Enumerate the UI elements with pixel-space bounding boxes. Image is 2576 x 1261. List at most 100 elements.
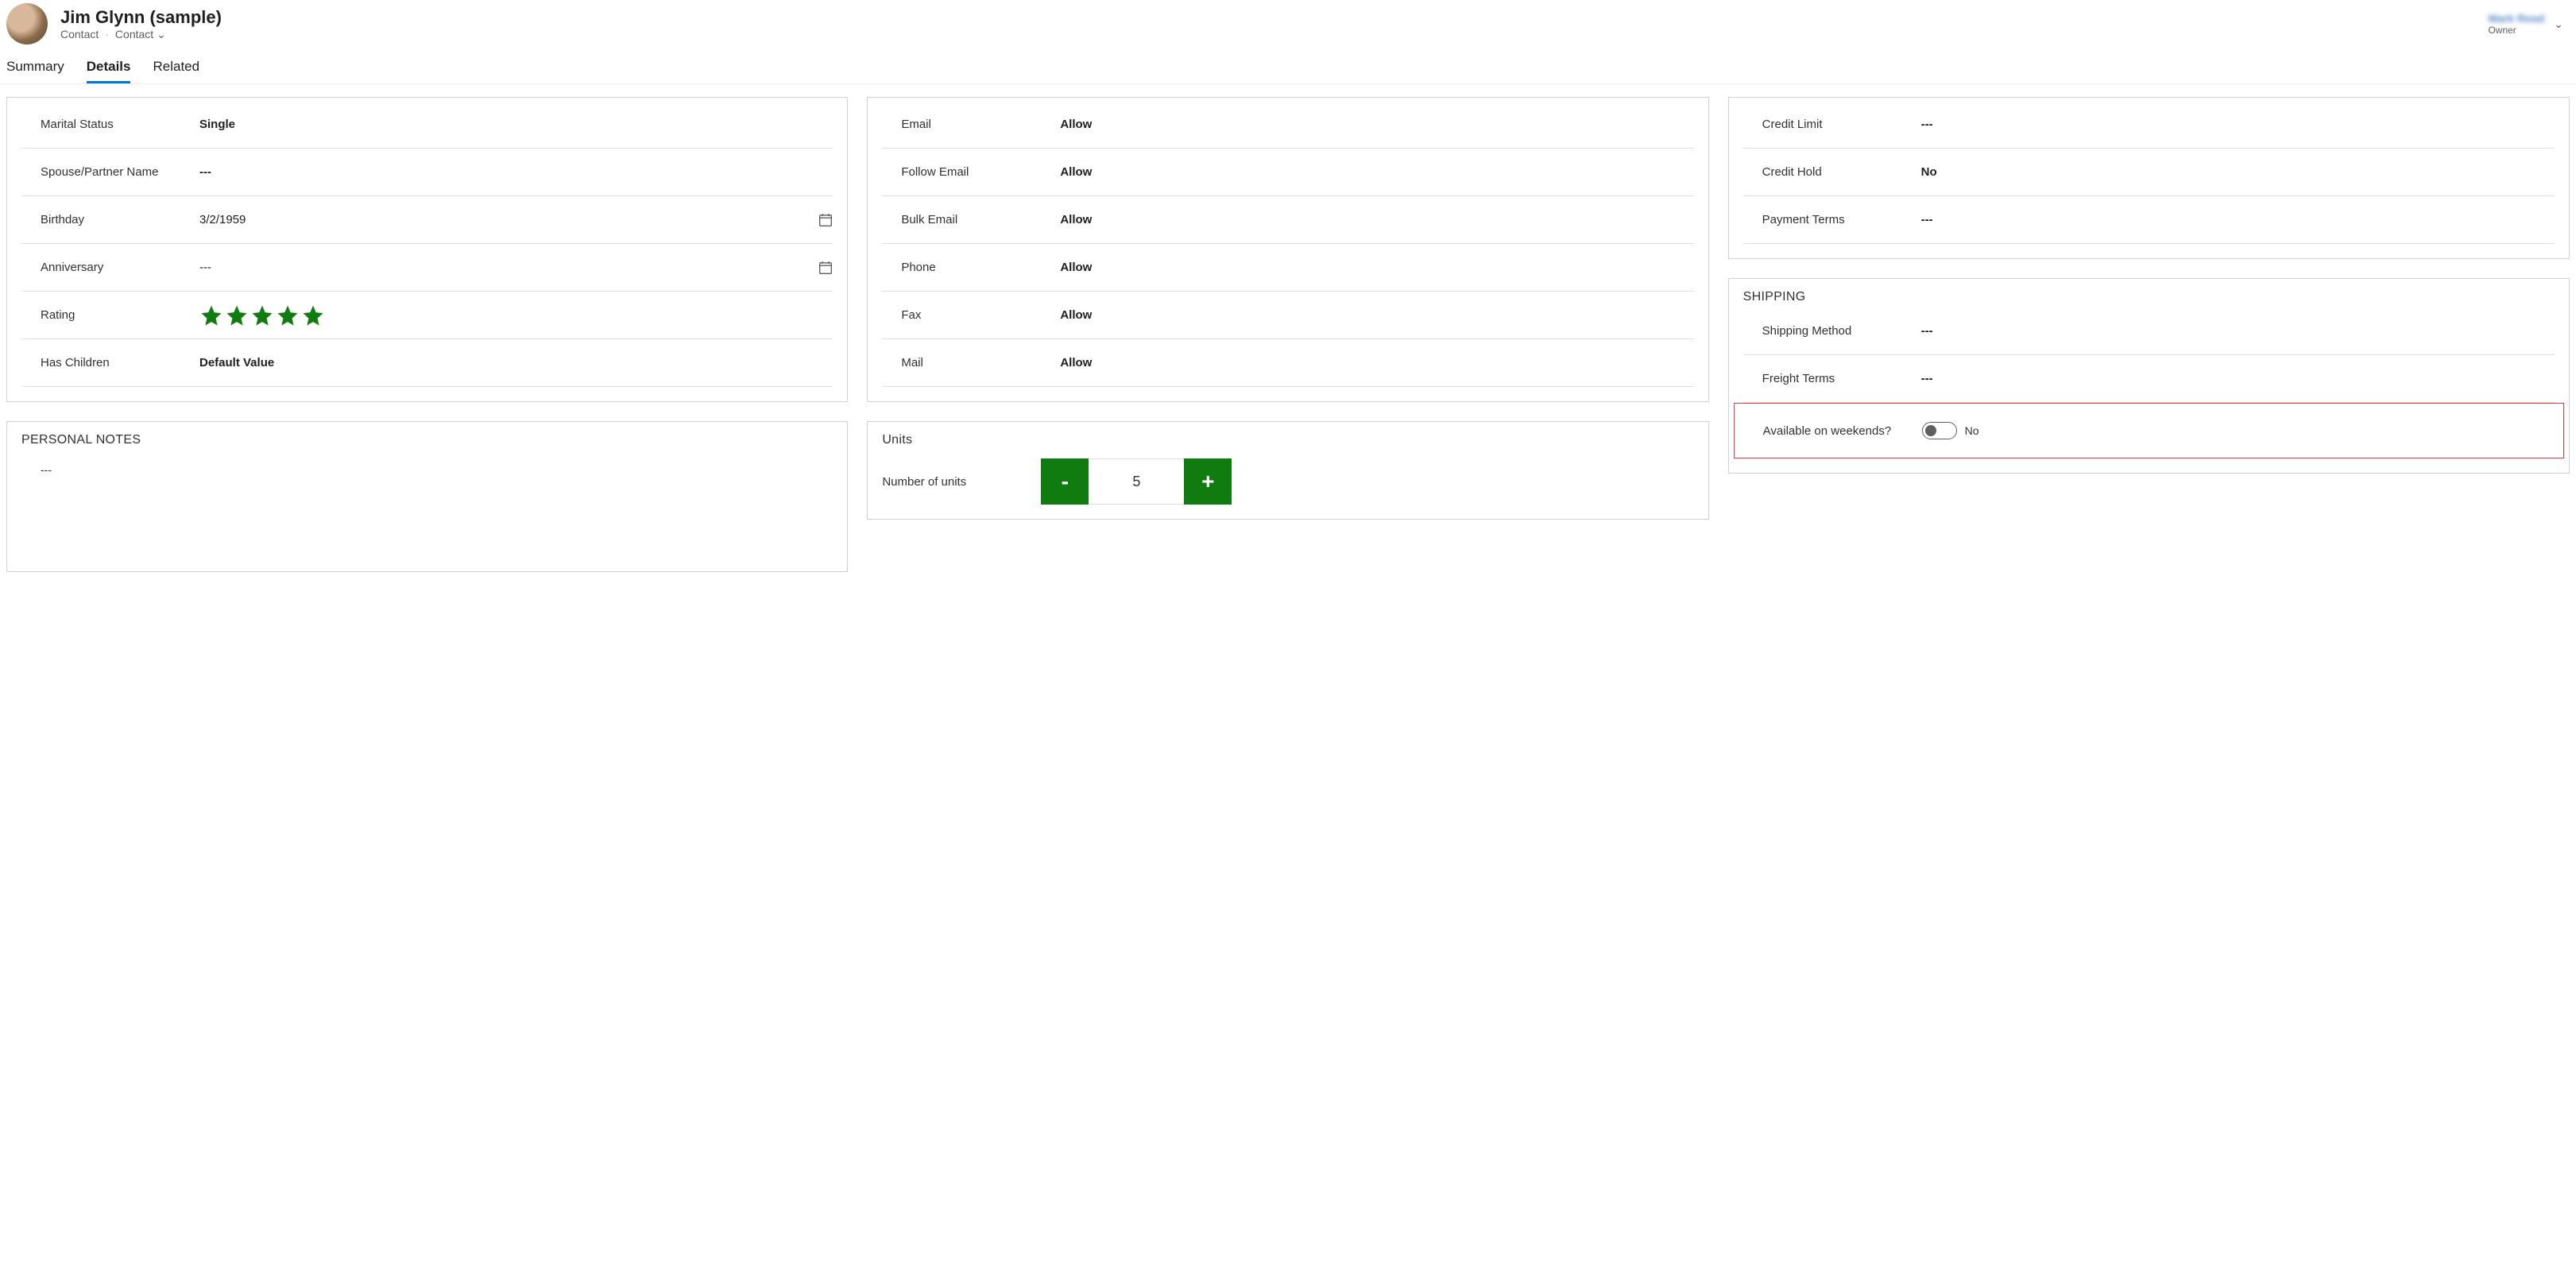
chevron-down-icon: ⌄ [2554, 17, 2563, 31]
chevron-down-icon: ⌄ [157, 28, 166, 41]
column-2: Email Allow Follow Email Allow Bulk Emai… [867, 97, 1708, 520]
form-content: Marital Status Single Spouse/Partner Nam… [0, 84, 2576, 585]
field-label: Credit Hold [1762, 165, 1921, 179]
notes-value: --- [41, 463, 52, 476]
field-value: Allow [1060, 308, 1693, 322]
field-freight-terms[interactable]: Freight Terms --- [1743, 355, 2555, 403]
personal-notes-card: PERSONAL NOTES --- [6, 421, 848, 572]
star-icon [225, 304, 249, 327]
owner-info: Mark Read Owner [2488, 12, 2544, 36]
field-anniversary[interactable]: Anniversary --- [21, 244, 833, 292]
weekends-toggle[interactable] [1922, 422, 1957, 439]
field-label: Fax [901, 308, 1060, 322]
field-label: Follow Email [901, 165, 1060, 179]
rating-stars [199, 304, 833, 327]
field-shipping-method[interactable]: Shipping Method --- [1743, 308, 2555, 355]
entity-name: Contact [60, 28, 99, 41]
field-value: Allow [1060, 118, 1693, 131]
units-label: Number of units [882, 475, 1041, 489]
form-selector[interactable]: Contact ⌄ [115, 28, 166, 41]
units-stepper: - 5 + [1041, 458, 1232, 505]
field-label: Marital Status [41, 118, 199, 131]
star-icon [276, 304, 300, 327]
header-info: Jim Glynn (sample) Contact · Contact ⌄ [60, 7, 2488, 41]
tab-related[interactable]: Related [153, 59, 199, 83]
owner-block[interactable]: Mark Read Owner ⌄ [2488, 12, 2570, 36]
section-title: Units [882, 425, 1693, 451]
calendar-icon[interactable] [807, 213, 833, 227]
toggle-knob [1925, 425, 1936, 436]
toggle-value: No [1965, 424, 1979, 437]
field-value: Default Value [199, 356, 833, 369]
field-value: --- [1921, 372, 2555, 385]
record-title: Jim Glynn (sample) [60, 7, 2488, 28]
decrement-button[interactable]: - [1041, 458, 1089, 505]
units-value[interactable]: 5 [1089, 458, 1184, 505]
units-row: Number of units - 5 + [882, 451, 1693, 505]
field-value: 3/2/1959 [199, 213, 807, 226]
personal-card: Marital Status Single Spouse/Partner Nam… [6, 97, 848, 402]
field-label: Shipping Method [1762, 324, 1921, 338]
field-fax[interactable]: Fax Allow [882, 292, 1693, 339]
field-value: Allow [1060, 261, 1693, 274]
star-icon [301, 304, 325, 327]
field-credit-limit[interactable]: Credit Limit --- [1743, 101, 2555, 149]
contact-avatar [6, 3, 48, 44]
field-available-weekends[interactable]: Available on weekends? No [1744, 407, 2554, 455]
field-label: Available on weekends? [1763, 424, 1922, 438]
field-rating[interactable]: Rating [21, 292, 833, 339]
billing-card: Credit Limit --- Credit Hold No Payment … [1728, 97, 2570, 259]
field-credit-hold[interactable]: Credit Hold No [1743, 149, 2555, 196]
field-marital-status[interactable]: Marital Status Single [21, 101, 833, 149]
field-phone[interactable]: Phone Allow [882, 244, 1693, 292]
field-label: Phone [901, 261, 1060, 274]
field-label: Has Children [41, 356, 199, 369]
field-value: No [1921, 165, 2555, 179]
section-title: PERSONAL NOTES [21, 425, 833, 451]
field-label: Mail [901, 356, 1060, 369]
tab-details[interactable]: Details [87, 59, 131, 83]
field-value: Allow [1060, 356, 1693, 369]
field-email[interactable]: Email Allow [882, 101, 1693, 149]
field-label: Bulk Email [901, 213, 1060, 226]
field-value: --- [199, 165, 833, 179]
form-name: Contact [115, 28, 153, 41]
form-tabs: Summary Details Related [0, 44, 2576, 84]
field-value: Allow [1060, 213, 1693, 226]
field-label: Birthday [41, 213, 199, 226]
field-birthday[interactable]: Birthday 3/2/1959 [21, 196, 833, 244]
field-label: Freight Terms [1762, 372, 1921, 385]
field-label: Anniversary [41, 261, 199, 274]
contact-prefs-card: Email Allow Follow Email Allow Bulk Emai… [867, 97, 1708, 402]
field-label: Rating [41, 308, 199, 322]
owner-label: Owner [2488, 25, 2544, 36]
shipping-card: SHIPPING Shipping Method --- Freight Ter… [1728, 278, 2570, 474]
notes-body[interactable]: --- [21, 451, 833, 489]
field-payment-terms[interactable]: Payment Terms --- [1743, 196, 2555, 244]
record-header: Jim Glynn (sample) Contact · Contact ⌄ M… [0, 0, 2576, 44]
highlighted-field: Available on weekends? No [1734, 403, 2564, 458]
calendar-icon[interactable] [807, 261, 833, 275]
star-icon [199, 304, 223, 327]
star-icon [250, 304, 274, 327]
toggle-wrap: No [1922, 422, 1979, 439]
field-has-children[interactable]: Has Children Default Value [21, 339, 833, 387]
owner-name: Mark Read [2488, 12, 2544, 25]
field-value: --- [1921, 324, 2555, 338]
section-title: SHIPPING [1743, 282, 2555, 308]
field-value: --- [1921, 213, 2555, 226]
field-value: Single [199, 118, 833, 131]
tab-summary[interactable]: Summary [6, 59, 64, 83]
column-3: Credit Limit --- Credit Hold No Payment … [1728, 97, 2570, 474]
field-label: Email [901, 118, 1060, 131]
field-mail[interactable]: Mail Allow [882, 339, 1693, 387]
field-spouse[interactable]: Spouse/Partner Name --- [21, 149, 833, 196]
field-bulk-email[interactable]: Bulk Email Allow [882, 196, 1693, 244]
increment-button[interactable]: + [1184, 458, 1232, 505]
column-1: Marital Status Single Spouse/Partner Nam… [6, 97, 848, 572]
breadcrumb: Contact · Contact ⌄ [60, 28, 2488, 41]
field-label: Spouse/Partner Name [41, 165, 199, 179]
field-value: Allow [1060, 165, 1693, 179]
field-label: Credit Limit [1762, 118, 1921, 131]
field-follow-email[interactable]: Follow Email Allow [882, 149, 1693, 196]
